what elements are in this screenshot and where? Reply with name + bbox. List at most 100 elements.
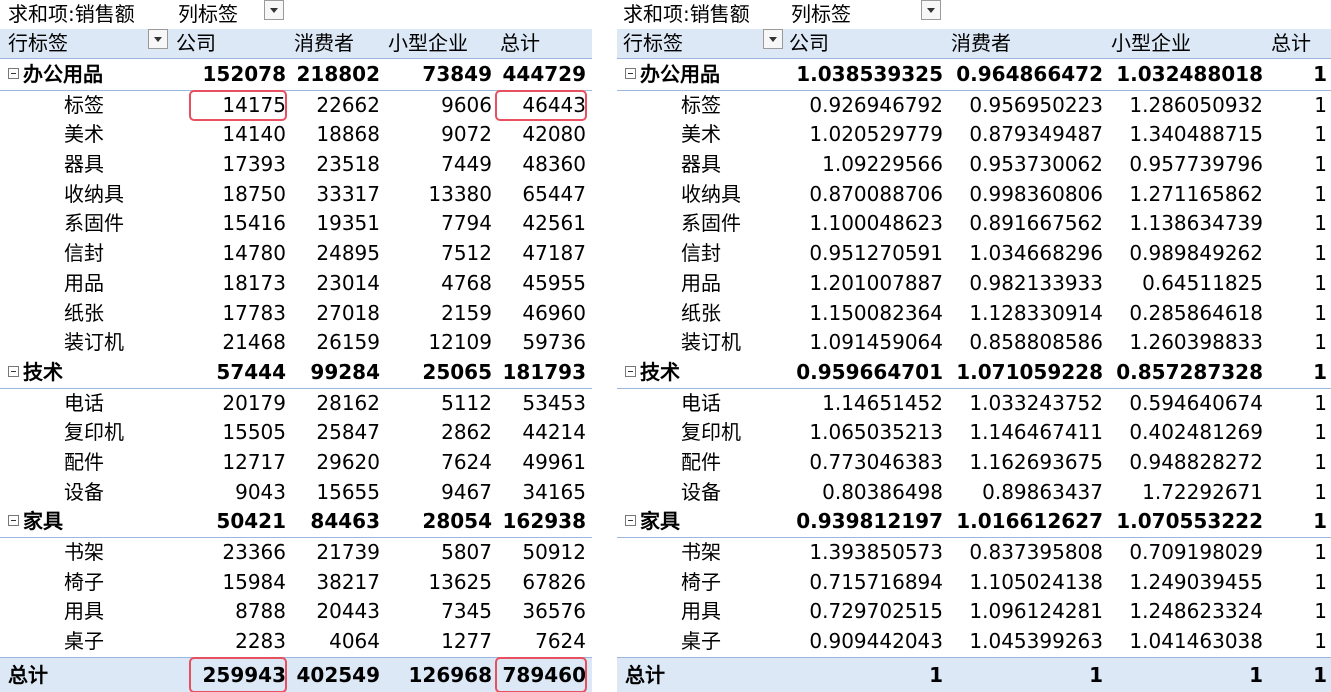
value-cell[interactable]: 1.045399263 bbox=[947, 627, 1103, 657]
value-cell[interactable]: 1 bbox=[1267, 627, 1327, 657]
value-cell[interactable]: 7512 bbox=[384, 239, 492, 269]
subcategory-row[interactable]: 电话 1.14651452 1.033243752 0.594640674 1 bbox=[617, 389, 1331, 419]
value-cell[interactable]: 218802 bbox=[290, 60, 381, 90]
value-cell[interactable]: 1 bbox=[1267, 328, 1327, 358]
value-cell[interactable]: 25847 bbox=[290, 418, 380, 448]
subcategory-row[interactable]: 设备 9043 15655 9467 34165 bbox=[0, 478, 592, 508]
value-cell[interactable]: 33317 bbox=[290, 180, 380, 210]
value-cell[interactable]: 0.956950223 bbox=[947, 91, 1103, 121]
value-cell[interactable]: 12109 bbox=[384, 328, 492, 358]
subcategory-row[interactable]: 器具 1.09229566 0.953730062 0.957739796 1 bbox=[617, 150, 1331, 180]
value-cell[interactable]: 1 bbox=[1267, 91, 1327, 121]
category-row[interactable]: 家具 0.939812197 1.016612627 1.070553222 1 bbox=[617, 507, 1331, 538]
value-cell[interactable]: 9467 bbox=[384, 478, 492, 508]
value-cell[interactable]: 45955 bbox=[496, 269, 586, 299]
value-cell[interactable]: 9606 bbox=[384, 91, 492, 121]
value-cell[interactable]: 42080 bbox=[496, 120, 586, 150]
value-cell[interactable]: 47187 bbox=[496, 239, 586, 269]
value-cell[interactable]: 1 bbox=[1267, 180, 1327, 210]
value-cell[interactable]: 73849 bbox=[384, 60, 492, 90]
value-cell[interactable]: 34165 bbox=[496, 478, 586, 508]
value-cell[interactable]: 19351 bbox=[290, 209, 380, 239]
value-cell[interactable]: 18868 bbox=[290, 120, 380, 150]
grand-total-cell[interactable]: 1 bbox=[1267, 658, 1327, 692]
value-cell[interactable]: 0.926946792 bbox=[787, 91, 943, 121]
value-cell[interactable]: 1.070553222 bbox=[1107, 507, 1263, 537]
value-cell[interactable]: 1 bbox=[1267, 478, 1327, 508]
collapse-icon[interactable] bbox=[8, 68, 19, 79]
value-cell[interactable]: 1.146467411 bbox=[947, 418, 1103, 448]
value-cell[interactable]: 2862 bbox=[384, 418, 492, 448]
collapse-icon[interactable] bbox=[8, 515, 19, 527]
subcategory-row[interactable]: 椅子 0.715716894 1.105024138 1.249039455 1 bbox=[617, 568, 1331, 598]
value-cell[interactable]: 1.065035213 bbox=[787, 418, 943, 448]
subcategory-row[interactable]: 系固件 1.100048623 0.891667562 1.138634739 1 bbox=[617, 209, 1331, 239]
value-cell[interactable]: 0.89863437 bbox=[947, 478, 1103, 508]
value-cell[interactable]: 24895 bbox=[290, 239, 380, 269]
grand-total-cell[interactable]: 789460 bbox=[495, 656, 587, 692]
value-cell[interactable]: 0.989849262 bbox=[1107, 239, 1263, 269]
value-cell[interactable]: 0.909442043 bbox=[787, 627, 943, 657]
value-cell[interactable]: 44214 bbox=[496, 418, 586, 448]
grand-total-cell[interactable]: 259943 bbox=[189, 656, 287, 692]
value-cell[interactable]: 1 bbox=[1267, 389, 1327, 419]
value-cell[interactable]: 0.285864618 bbox=[1107, 299, 1263, 329]
value-cell[interactable]: 1.100048623 bbox=[787, 209, 943, 239]
value-cell[interactable]: 1 bbox=[1267, 448, 1327, 478]
value-cell[interactable]: 1.260398833 bbox=[1107, 328, 1263, 358]
subcategory-row[interactable]: 桌子 0.909442043 1.045399263 1.041463038 1 bbox=[617, 627, 1331, 657]
value-cell[interactable]: 1 bbox=[1267, 239, 1327, 269]
value-cell[interactable]: 181793 bbox=[496, 358, 587, 388]
collapse-icon[interactable] bbox=[8, 365, 19, 377]
value-cell[interactable]: 7345 bbox=[384, 597, 492, 627]
value-cell[interactable]: 49961 bbox=[496, 448, 586, 478]
grand-total-cell[interactable]: 1 bbox=[947, 658, 1103, 692]
value-cell[interactable]: 17783 bbox=[190, 299, 286, 329]
value-cell[interactable]: 13380 bbox=[384, 180, 492, 210]
grand-total-cell[interactable]: 126968 bbox=[384, 658, 493, 692]
value-cell[interactable]: 4768 bbox=[384, 269, 492, 299]
value-cell[interactable]: 0.959664701 bbox=[787, 358, 943, 388]
value-cell[interactable]: 14780 bbox=[190, 239, 286, 269]
value-cell[interactable]: 0.773046383 bbox=[787, 448, 943, 478]
value-cell[interactable]: 1.248623324 bbox=[1107, 597, 1263, 627]
subcategory-row[interactable]: 用品 18173 23014 4768 45955 bbox=[0, 269, 592, 299]
value-cell[interactable]: 0.80386498 bbox=[787, 478, 943, 508]
value-cell[interactable]: 21739 bbox=[290, 538, 380, 568]
grand-total-row[interactable]: 总计 259943 402549 126968 789460 bbox=[0, 656, 592, 692]
value-cell[interactable]: 8788 bbox=[190, 597, 286, 627]
value-cell[interactable]: 0.964866472 bbox=[947, 60, 1103, 90]
value-cell[interactable]: 1.72292671 bbox=[1107, 478, 1263, 508]
value-cell[interactable]: 46443 bbox=[495, 89, 587, 122]
value-cell[interactable]: 36576 bbox=[496, 597, 586, 627]
value-cell[interactable]: 0.998360806 bbox=[947, 180, 1103, 210]
value-cell[interactable]: 9072 bbox=[384, 120, 492, 150]
grand-total-row[interactable]: 总计 1 1 1 1 bbox=[617, 656, 1331, 692]
subcategory-row[interactable]: 配件 12717 29620 7624 49961 bbox=[0, 448, 592, 478]
subcategory-row[interactable]: 信封 0.951270591 1.034668296 0.989849262 1 bbox=[617, 239, 1331, 269]
value-cell[interactable]: 1 bbox=[1267, 150, 1327, 180]
grand-total-cell[interactable]: 1 bbox=[787, 658, 943, 692]
value-cell[interactable]: 23014 bbox=[290, 269, 380, 299]
value-cell[interactable]: 1.09229566 bbox=[787, 150, 943, 180]
value-cell[interactable]: 0.402481269 bbox=[1107, 418, 1263, 448]
value-cell[interactable]: 1.340488715 bbox=[1107, 120, 1263, 150]
value-cell[interactable]: 1.138634739 bbox=[1107, 209, 1263, 239]
collapse-icon[interactable] bbox=[625, 515, 636, 527]
value-cell[interactable]: 1.393850573 bbox=[787, 538, 943, 568]
value-cell[interactable]: 1.249039455 bbox=[1107, 568, 1263, 598]
value-cell[interactable]: 1.016612627 bbox=[947, 507, 1103, 537]
value-cell[interactable]: 1.071059228 bbox=[947, 358, 1103, 388]
value-cell[interactable]: 42561 bbox=[496, 209, 586, 239]
value-cell[interactable]: 444729 bbox=[496, 60, 587, 90]
value-cell[interactable]: 0.948828272 bbox=[1107, 448, 1263, 478]
value-cell[interactable]: 1.091459064 bbox=[787, 328, 943, 358]
value-cell[interactable]: 20443 bbox=[290, 597, 380, 627]
value-cell[interactable]: 1 bbox=[1267, 507, 1327, 537]
value-cell[interactable]: 18173 bbox=[190, 269, 286, 299]
value-cell[interactable]: 65447 bbox=[496, 180, 586, 210]
value-cell[interactable]: 0.957739796 bbox=[1107, 150, 1263, 180]
value-cell[interactable]: 29620 bbox=[290, 448, 380, 478]
value-cell[interactable]: 1277 bbox=[384, 627, 492, 657]
value-cell[interactable]: 53453 bbox=[496, 389, 586, 419]
